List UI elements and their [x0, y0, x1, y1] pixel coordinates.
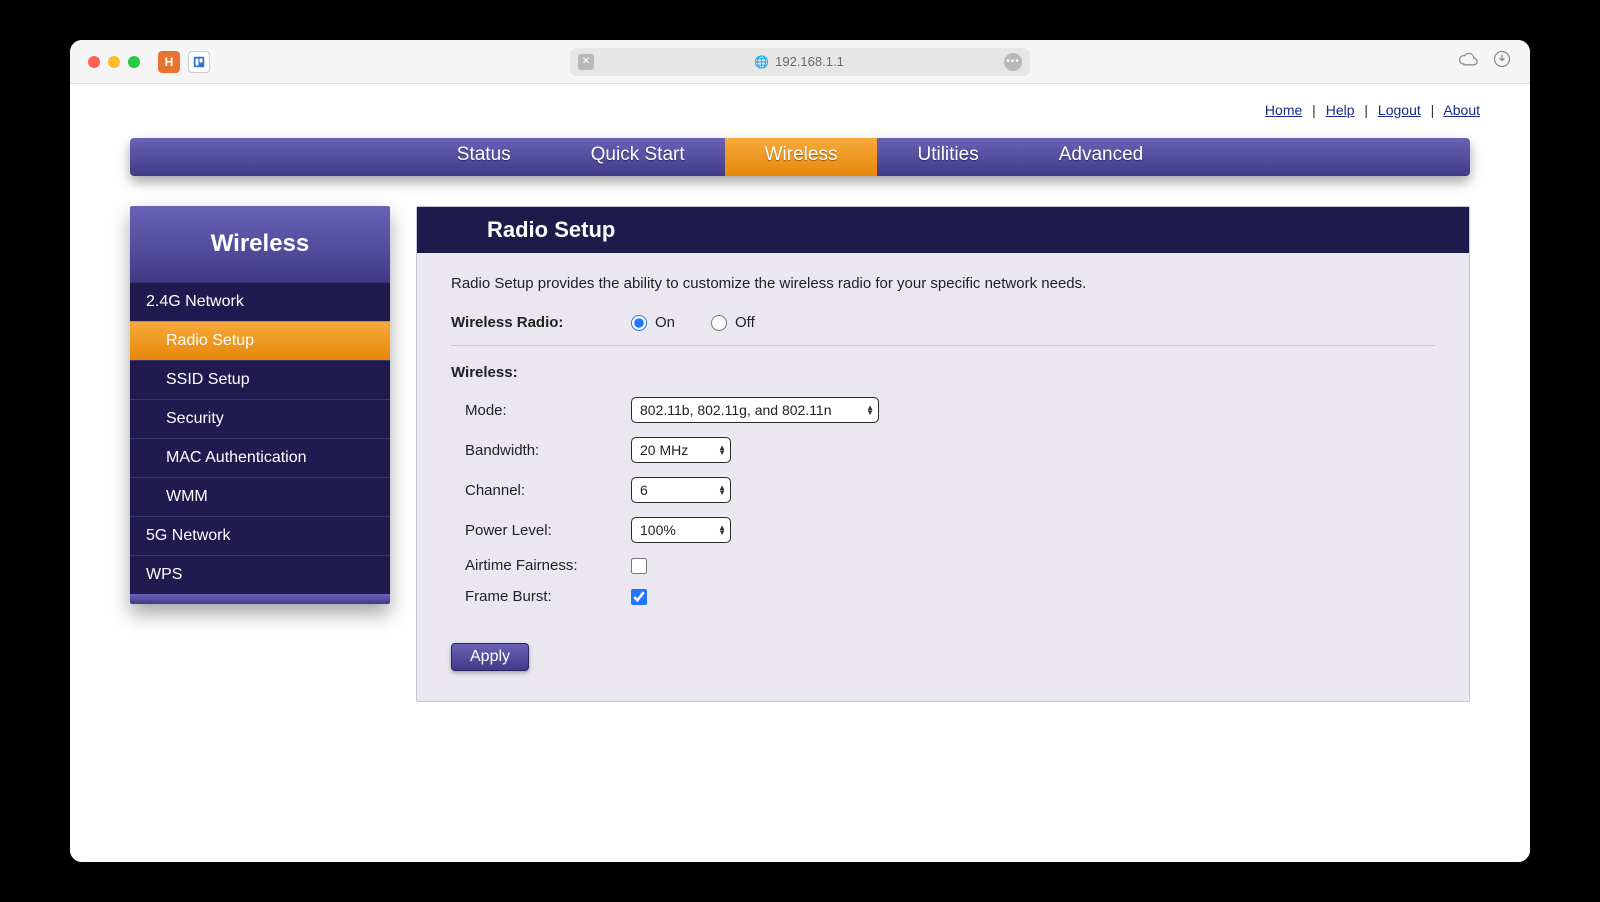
- app-icon-h[interactable]: H: [158, 51, 180, 73]
- sidebar-item-mac-auth[interactable]: MAC Authentication: [130, 438, 390, 477]
- airtime-label: Airtime Fairness:: [451, 557, 631, 574]
- airtime-checkbox[interactable]: [631, 558, 647, 574]
- browser-window: H ✕ 🌐 192.168.1.1 ••• Home | Help: [70, 40, 1530, 862]
- select-arrows-icon: ▲▼: [718, 445, 726, 455]
- frame-burst-checkbox[interactable]: [631, 589, 647, 605]
- power-label: Power Level:: [451, 522, 631, 539]
- sidebar-item-security[interactable]: Security: [130, 399, 390, 438]
- bandwidth-select[interactable]: 20 MHz ▲▼: [631, 437, 731, 463]
- sidebar-item-24g[interactable]: 2.4G Network: [130, 282, 390, 321]
- close-window-icon[interactable]: [88, 56, 100, 68]
- page-viewport: Home | Help | Logout | About Status Quic…: [70, 84, 1530, 862]
- wireless-radio-group: On Off: [631, 314, 755, 331]
- window-controls: [88, 56, 140, 68]
- radio-off-option[interactable]: Off: [711, 314, 755, 331]
- radio-off-input[interactable]: [711, 315, 727, 331]
- globe-icon: 🌐: [754, 55, 769, 69]
- toolbar-app-icons: H: [158, 51, 210, 73]
- sidebar: Wireless 2.4G Network Radio Setup SSID S…: [130, 206, 390, 604]
- radio-on-label: On: [655, 314, 675, 331]
- url-text: 192.168.1.1: [775, 54, 844, 69]
- sidebar-item-5g[interactable]: 5G Network: [130, 516, 390, 555]
- radio-on-option[interactable]: On: [631, 314, 675, 331]
- cloud-icon[interactable]: [1458, 49, 1478, 74]
- frame-burst-label: Frame Burst:: [451, 588, 631, 605]
- power-value: 100%: [640, 522, 676, 538]
- main-panel: Radio Setup Radio Setup provides the abi…: [416, 206, 1470, 702]
- site-settings-icon[interactable]: ✕: [578, 54, 594, 70]
- mode-value: 802.11b, 802.11g, and 802.11n: [640, 402, 832, 418]
- page-title: Radio Setup: [417, 207, 1469, 253]
- mode-label: Mode:: [451, 402, 631, 419]
- link-about[interactable]: About: [1443, 102, 1480, 118]
- page-actions-icon[interactable]: •••: [1004, 53, 1022, 71]
- select-arrows-icon: ▲▼: [718, 485, 726, 495]
- sidebar-item-wmm[interactable]: WMM: [130, 477, 390, 516]
- radio-on-input[interactable]: [631, 315, 647, 331]
- power-select[interactable]: 100% ▲▼: [631, 517, 731, 543]
- sidebar-item-wps[interactable]: WPS: [130, 555, 390, 594]
- channel-label: Channel:: [451, 482, 631, 499]
- link-logout[interactable]: Logout: [1378, 102, 1421, 118]
- select-arrows-icon: ▲▼: [718, 525, 726, 535]
- apply-button[interactable]: Apply: [451, 643, 529, 671]
- tab-status[interactable]: Status: [417, 138, 551, 176]
- bandwidth-value: 20 MHz: [640, 442, 688, 458]
- minimize-window-icon[interactable]: [108, 56, 120, 68]
- browser-toolbar: H ✕ 🌐 192.168.1.1 •••: [70, 40, 1530, 84]
- mode-select[interactable]: 802.11b, 802.11g, and 802.11n ▲▼: [631, 397, 879, 423]
- divider: [451, 345, 1435, 346]
- channel-value: 6: [640, 482, 648, 498]
- tab-advanced[interactable]: Advanced: [1019, 138, 1184, 176]
- tab-quick-start[interactable]: Quick Start: [551, 138, 725, 176]
- downloads-icon[interactable]: [1492, 49, 1512, 74]
- sidebar-item-ssid-setup[interactable]: SSID Setup: [130, 360, 390, 399]
- top-links: Home | Help | Logout | About: [110, 102, 1490, 118]
- main-nav: Status Quick Start Wireless Utilities Ad…: [130, 138, 1470, 176]
- radio-off-label: Off: [735, 314, 755, 331]
- maximize-window-icon[interactable]: [128, 56, 140, 68]
- bandwidth-label: Bandwidth:: [451, 442, 631, 459]
- wireless-section-label: Wireless:: [451, 364, 1435, 381]
- link-home[interactable]: Home: [1265, 102, 1302, 118]
- sidebar-item-radio-setup[interactable]: Radio Setup: [130, 321, 390, 360]
- sidebar-footer: [130, 594, 390, 604]
- channel-select[interactable]: 6 ▲▼: [631, 477, 731, 503]
- page-description: Radio Setup provides the ability to cust…: [451, 275, 1435, 292]
- app-icon-trello[interactable]: [188, 51, 210, 73]
- sidebar-title: Wireless: [130, 206, 390, 282]
- tab-utilities[interactable]: Utilities: [877, 138, 1018, 176]
- link-help[interactable]: Help: [1326, 102, 1355, 118]
- address-bar[interactable]: ✕ 🌐 192.168.1.1 •••: [570, 48, 1030, 76]
- select-arrows-icon: ▲▼: [866, 405, 874, 415]
- wireless-radio-label: Wireless Radio:: [451, 314, 631, 331]
- tab-wireless[interactable]: Wireless: [725, 138, 878, 176]
